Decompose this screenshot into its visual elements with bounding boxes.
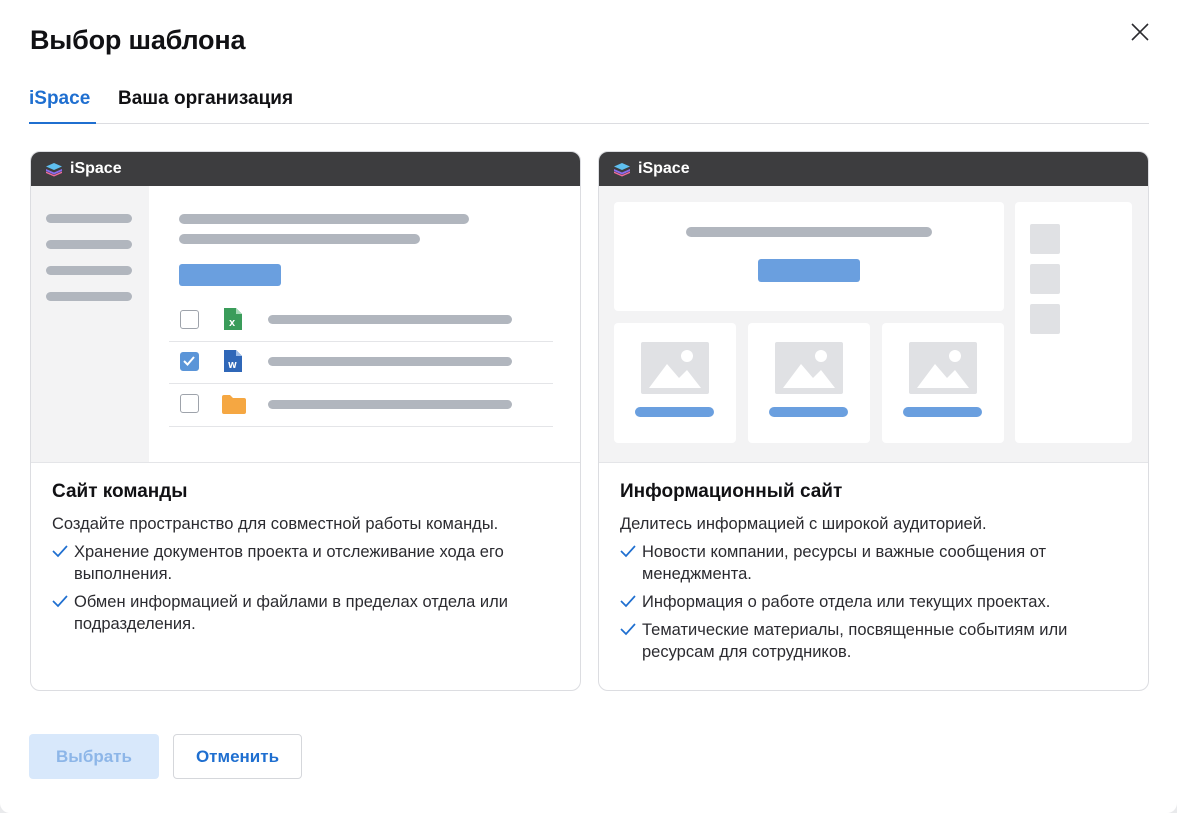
card-description: Создайте пространство для совместной раб…	[52, 515, 499, 533]
preview-button	[179, 264, 281, 286]
feature-text: Хранение документов проекта и отслеживан…	[74, 543, 504, 583]
preview-sidebar-line	[46, 240, 132, 249]
feature-text: Тематические материалы, посвященные собы…	[642, 621, 1068, 661]
preview-file-name-line	[268, 315, 512, 324]
template-card-information-site[interactable]: iSpace Информационный сайт Делитесь инфо…	[598, 151, 1149, 691]
feature-item: Информация о работе отдела или текущих п…	[620, 591, 1135, 613]
feature-item: Хранение документов проекта и отслеживан…	[52, 541, 567, 585]
preview-news-tile	[614, 323, 736, 443]
preview-checkbox	[180, 310, 199, 329]
close-icon	[1131, 23, 1149, 41]
preview-side-square	[1030, 264, 1060, 294]
feature-item: Новости компании, ресурсы и важные сообщ…	[620, 541, 1135, 585]
image-placeholder-icon	[775, 342, 843, 394]
svg-text:W: W	[228, 361, 237, 370]
information-site-preview	[599, 186, 1148, 463]
preview-checkbox-checked	[180, 352, 199, 371]
check-icon	[620, 545, 636, 558]
preview-file-name-line	[268, 400, 512, 409]
preview-row-divider	[169, 383, 553, 384]
tab-your-organization[interactable]: Ваша организация	[118, 88, 293, 123]
team-site-preview: X W	[31, 186, 580, 463]
cancel-button[interactable]: Отменить	[173, 734, 302, 779]
preview-button	[758, 259, 860, 282]
card-title: Сайт команды	[52, 481, 188, 502]
excel-file-icon: X	[224, 308, 242, 330]
preview-main-area: X W	[149, 186, 580, 462]
check-icon	[620, 595, 636, 608]
preview-side-square	[1030, 224, 1060, 254]
card-brand-label: iSpace	[70, 160, 122, 177]
check-icon	[183, 356, 195, 366]
tab-ispace[interactable]: iSpace	[29, 88, 96, 124]
dialog-title: Выбор шаблона	[30, 25, 246, 55]
card-body: Сайт команды Создайте пространство для с…	[52, 481, 567, 641]
ispace-logo-icon	[46, 163, 62, 177]
template-card-team-site[interactable]: iSpace X W Сайт команды Создайте простра…	[30, 151, 581, 691]
feature-text: Обмен информацией и файлами в пределах о…	[74, 593, 508, 633]
preview-banner-tile	[614, 202, 1004, 311]
preview-caption-line	[903, 407, 982, 417]
card-description: Делитесь информацией с широкой аудиторие…	[620, 515, 987, 533]
svg-text:X: X	[229, 319, 236, 328]
ispace-logo-icon	[614, 163, 630, 177]
feature-item: Тематические материалы, посвященные собы…	[620, 619, 1135, 663]
preview-side-square	[1030, 304, 1060, 334]
image-placeholder-icon	[909, 342, 977, 394]
feature-text: Новости компании, ресурсы и важные сообщ…	[642, 543, 1047, 583]
preview-sidebar-line	[46, 266, 132, 275]
preview-row-divider	[169, 426, 553, 427]
folder-icon	[222, 395, 246, 414]
preview-sidebar-line	[46, 214, 132, 223]
feature-text: Информация о работе отдела или текущих п…	[642, 593, 1051, 611]
template-dialog: Выбор шаблона iSpace Ваша организация iS…	[0, 0, 1177, 813]
card-body: Информационный сайт Делитесь информацией…	[620, 481, 1135, 669]
preview-caption-line	[769, 407, 848, 417]
image-placeholder-icon	[641, 342, 709, 394]
close-button[interactable]	[1126, 18, 1154, 46]
card-brand-label: iSpace	[638, 160, 690, 177]
select-button[interactable]: Выбрать	[29, 734, 159, 779]
preview-news-tile	[748, 323, 870, 443]
preview-row-divider	[169, 341, 553, 342]
preview-heading-line	[179, 214, 469, 224]
template-tabs: iSpace Ваша организация	[29, 84, 1149, 124]
preview-news-tile	[882, 323, 1004, 443]
feature-item: Обмен информацией и файлами в пределах о…	[52, 591, 567, 635]
preview-checkbox	[180, 394, 199, 413]
card-header: iSpace	[599, 152, 1148, 186]
check-icon	[52, 545, 68, 558]
card-title: Информационный сайт	[620, 481, 843, 502]
word-file-icon: W	[224, 350, 242, 372]
check-icon	[620, 623, 636, 636]
preview-caption-line	[635, 407, 714, 417]
preview-file-name-line	[268, 357, 512, 366]
preview-heading-line	[179, 234, 420, 244]
card-header: iSpace	[31, 152, 580, 186]
preview-sidebar-line	[46, 292, 132, 301]
preview-heading-line	[686, 227, 932, 237]
check-icon	[52, 595, 68, 608]
preview-side-tile	[1015, 202, 1132, 443]
